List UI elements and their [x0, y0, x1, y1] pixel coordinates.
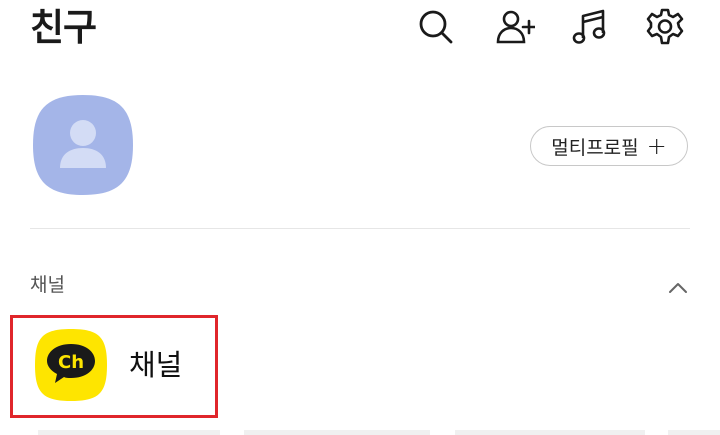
friends-screen: 친구 멀티프로필 + 채널 Ch 채널	[0, 0, 720, 435]
channel-icon-text: Ch	[58, 352, 84, 373]
add-friend-icon[interactable]	[493, 5, 537, 49]
default-avatar-icon	[33, 95, 133, 195]
list-item-partial	[38, 430, 220, 435]
page-title: 친구	[30, 6, 97, 49]
plus-icon: +	[646, 132, 667, 160]
list-item-partial	[455, 430, 645, 435]
list-item-partial	[244, 430, 430, 435]
profile-avatar[interactable]	[31, 93, 135, 197]
divider	[30, 228, 690, 229]
channel-icon: Ch	[33, 327, 109, 403]
search-icon[interactable]	[414, 5, 458, 49]
music-icon[interactable]	[568, 5, 612, 49]
channel-name: 채널	[129, 348, 183, 382]
multi-profile-label: 멀티프로필	[551, 136, 639, 159]
section-label-channel: 채널	[30, 274, 65, 296]
multi-profile-button[interactable]: 멀티프로필 +	[530, 126, 688, 166]
settings-icon[interactable]	[643, 5, 687, 49]
list-item-partial	[668, 430, 720, 435]
channel-list-item[interactable]: Ch 채널	[10, 315, 218, 418]
chevron-up-icon[interactable]	[664, 276, 692, 300]
